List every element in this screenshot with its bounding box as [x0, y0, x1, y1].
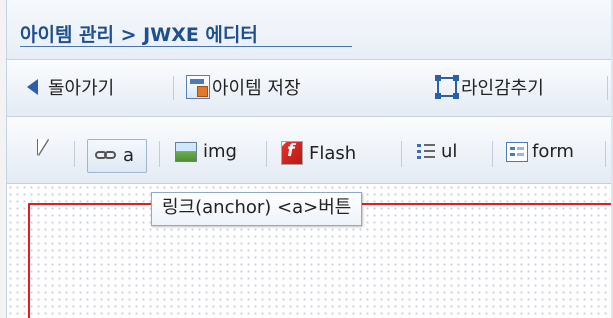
toolbar-separator — [492, 141, 493, 167]
toolbar-separator — [607, 76, 608, 100]
hide-lines-icon — [435, 75, 457, 97]
title-underline — [20, 46, 352, 47]
anchor-button-content: a — [95, 145, 134, 166]
flash-icon — [281, 141, 303, 165]
link-icon — [95, 150, 117, 161]
image-icon — [175, 141, 197, 162]
toolbar-separator — [266, 141, 267, 167]
toolbar-separator — [401, 141, 402, 167]
title-bar: 아이템 관리 > JWXE 에디터 — [7, 0, 613, 60]
left-border — [0, 0, 7, 318]
main-toolbar: 돌아가기 아이템 저장 라인감추기 — [7, 60, 613, 117]
hide-lines-label: 라인감추기 — [461, 78, 544, 99]
form-icon — [506, 141, 528, 162]
ul-button-label: ul — [441, 141, 458, 162]
anchor-tooltip: 링크(anchor) <a>버튼 — [151, 192, 363, 226]
img-button-label: img — [203, 141, 237, 162]
anchor-button-label: a — [123, 145, 135, 166]
save-item-button[interactable]: 아이템 저장 — [186, 74, 301, 100]
back-button-label: 돌아가기 — [48, 78, 115, 99]
editor-window: 아이템 관리 > JWXE 에디터 돌아가기 아이템 저장 라인감추기 a im… — [0, 0, 613, 318]
toolbar-separator — [159, 141, 160, 167]
toolbar-separator — [173, 76, 174, 100]
hide-lines-button[interactable]: 라인감추기 — [435, 74, 544, 100]
toolbar-separator — [74, 141, 75, 167]
element-toolbar: a img Flash ul form — [7, 117, 613, 184]
list-icon — [417, 143, 435, 161]
form-button-label: form — [532, 141, 574, 162]
form-button[interactable]: form — [506, 141, 574, 162]
page-title: 아이템 관리 > JWXE 에디터 — [20, 24, 258, 46]
select-tool-button[interactable] — [38, 139, 48, 155]
save-item-label: 아이템 저장 — [212, 78, 301, 99]
back-arrow-icon — [27, 79, 38, 95]
anchor-button[interactable]: a — [87, 139, 147, 173]
back-button[interactable]: 돌아가기 — [27, 74, 114, 100]
toolbar-separator — [605, 141, 606, 167]
cursor-icon — [38, 139, 48, 155]
ul-button[interactable]: ul — [417, 141, 457, 162]
flash-button[interactable]: Flash — [281, 141, 356, 165]
flash-button-label: Flash — [309, 142, 357, 164]
img-button[interactable]: img — [175, 141, 237, 162]
save-icon — [186, 75, 210, 99]
